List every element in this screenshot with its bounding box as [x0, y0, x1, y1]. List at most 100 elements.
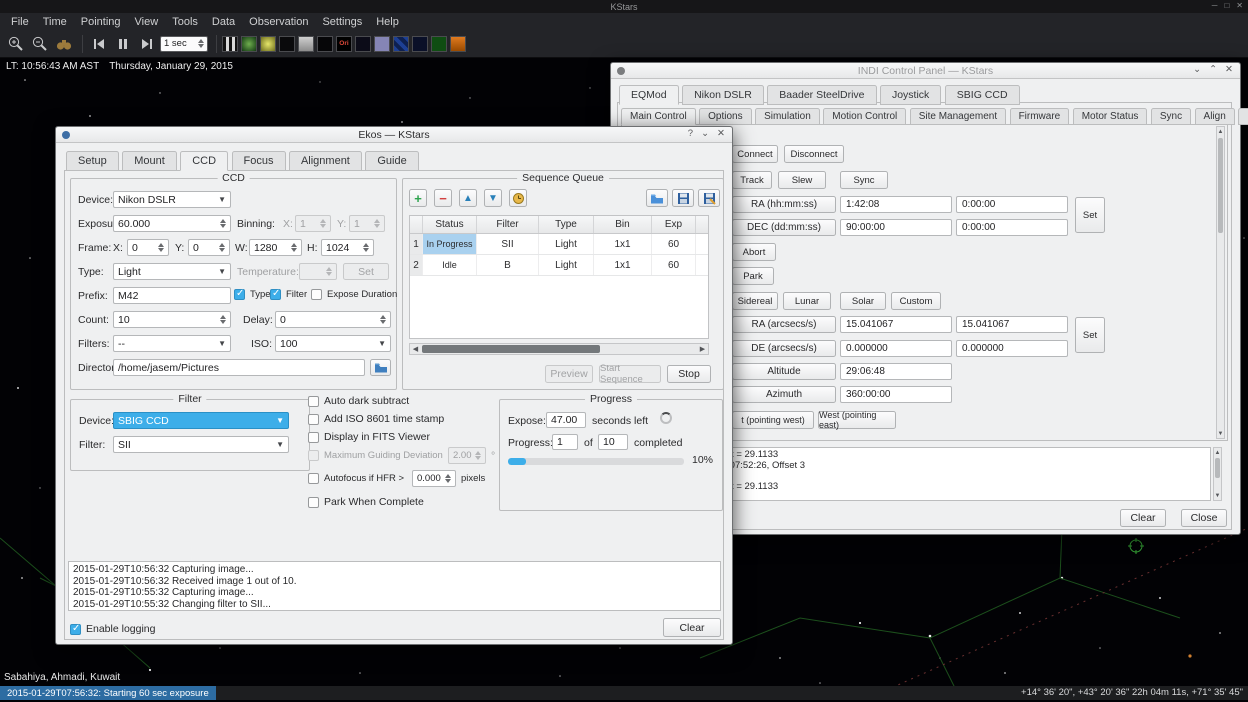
- checkbox-unchecked-icon[interactable]: [308, 432, 319, 443]
- time-step-spinner[interactable]: 1 sec: [160, 36, 208, 52]
- menu-data[interactable]: Data: [205, 15, 242, 29]
- sky-object-thumbnail[interactable]: [298, 36, 314, 52]
- checkbox-checked-icon[interactable]: [270, 289, 281, 300]
- sky-object-thumbnail[interactable]: [412, 36, 428, 52]
- table-row[interactable]: 2 Idle B Light 1x1 60: [410, 255, 708, 276]
- ekos-log[interactable]: 2015-01-29T10:56:32 Capturing image... 2…: [68, 561, 721, 611]
- subtab-horizon[interactable]: Horizon: [1238, 108, 1248, 125]
- ekos-clear-button[interactable]: Clear: [663, 618, 721, 637]
- directory-input[interactable]: /home/jasem/Pictures: [113, 359, 365, 376]
- pause-icon[interactable]: [112, 33, 134, 55]
- checkbox-checked-icon[interactable]: [70, 624, 81, 635]
- ra-rate-target-field[interactable]: 15.041067: [840, 316, 952, 333]
- ra-rate-property-label[interactable]: RA (arcsecs/s): [732, 316, 836, 333]
- menu-settings[interactable]: Settings: [315, 15, 369, 29]
- set-rate-button[interactable]: Set: [1075, 317, 1105, 353]
- remove-job-button[interactable]: −: [434, 189, 452, 207]
- subtab-main-control[interactable]: Main Control: [621, 108, 696, 125]
- scroll-down-icon[interactable]: ▼: [1217, 429, 1224, 438]
- close-icon[interactable]: ✕: [1225, 64, 1233, 75]
- tab-mount[interactable]: Mount: [122, 151, 177, 171]
- maximize-icon[interactable]: □: [1224, 1, 1229, 10]
- tab-nikon-dslr[interactable]: Nikon DSLR: [682, 85, 764, 105]
- filter-device-select[interactable]: SBIG CCD▼: [113, 412, 289, 429]
- scroll-down-icon[interactable]: ▼: [1214, 491, 1221, 500]
- checkbox-unchecked-icon[interactable]: [308, 396, 319, 407]
- menu-view[interactable]: View: [128, 15, 166, 29]
- east-pointing-west-button[interactable]: t (pointing west): [732, 411, 814, 429]
- park-when-complete-checkbox[interactable]: Park When Complete: [308, 496, 424, 508]
- reset-job-button[interactable]: [509, 189, 527, 207]
- tab-eqmod[interactable]: EQMod: [619, 85, 679, 105]
- de-rate-property-label[interactable]: DE (arcsecs/s): [732, 340, 836, 357]
- de-rate-current-field[interactable]: 0.000000: [956, 340, 1068, 357]
- step-backward-icon[interactable]: [88, 33, 110, 55]
- checkbox-unchecked-icon[interactable]: [308, 414, 319, 425]
- de-rate-target-field[interactable]: 0.000000: [840, 340, 952, 357]
- azimuth-field[interactable]: 360:00:00: [840, 386, 952, 403]
- zoom-in-icon[interactable]: [5, 33, 27, 55]
- filters-select[interactable]: --▼: [113, 335, 231, 352]
- scrollbar-thumb[interactable]: [1218, 138, 1223, 233]
- ra-property-label[interactable]: RA (hh:mm:ss): [732, 196, 836, 213]
- column-exp[interactable]: Exp: [652, 216, 696, 233]
- step-forward-icon[interactable]: [136, 33, 158, 55]
- count-spinner[interactable]: 10: [113, 311, 231, 328]
- west-pointing-east-button[interactable]: West (pointing east): [818, 411, 896, 429]
- checkbox-unchecked-icon[interactable]: [308, 497, 319, 508]
- iso-select[interactable]: 100▼: [275, 335, 391, 352]
- column-status[interactable]: Status: [423, 216, 477, 233]
- menu-time[interactable]: Time: [36, 15, 74, 29]
- subtab-site-management[interactable]: Site Management: [910, 108, 1006, 125]
- move-job-down-button[interactable]: ▼: [484, 189, 502, 207]
- altitude-property-label[interactable]: Altitude: [732, 363, 836, 380]
- checkbox-unchecked-icon[interactable]: [311, 289, 322, 300]
- indi-clear-button[interactable]: Clear: [1120, 509, 1166, 527]
- tab-setup[interactable]: Setup: [66, 151, 119, 171]
- help-icon[interactable]: ?: [688, 128, 693, 139]
- tab-alignment[interactable]: Alignment: [289, 151, 362, 171]
- delay-spinner[interactable]: 0: [275, 311, 391, 328]
- slew-button[interactable]: Slew: [778, 171, 826, 189]
- frame-w-spinner[interactable]: 1280: [249, 239, 302, 256]
- indi-log-scrollbar[interactable]: ▲ ▼: [1213, 447, 1222, 501]
- tab-joystick[interactable]: Joystick: [880, 85, 941, 105]
- sky-object-thumbnail[interactable]: [222, 36, 238, 52]
- subtab-motion-control[interactable]: Motion Control: [823, 108, 906, 125]
- minimize-icon[interactable]: ─: [1212, 1, 1218, 10]
- custom-rate-button[interactable]: Custom: [891, 292, 941, 310]
- sky-object-thumbnail[interactable]: [260, 36, 276, 52]
- filter-name-select[interactable]: SII▼: [113, 436, 289, 453]
- prefix-type-checkbox[interactable]: Type: [234, 289, 271, 300]
- lunar-rate-button[interactable]: Lunar: [783, 292, 831, 310]
- sky-object-thumbnail[interactable]: Ori: [336, 36, 352, 52]
- sequence-table[interactable]: Status Filter Type Bin Exp 1 In Progress…: [409, 215, 709, 339]
- tab-baader-steeldrive[interactable]: Baader SteelDrive: [767, 85, 876, 105]
- autofocus-hfr-spinner[interactable]: 0.000: [412, 470, 456, 487]
- scrollbar-thumb[interactable]: [422, 345, 600, 353]
- exposure-spinner[interactable]: 60.000: [113, 215, 231, 232]
- subtab-options[interactable]: Options: [699, 108, 751, 125]
- checkbox-unchecked-icon[interactable]: [308, 473, 319, 484]
- move-job-up-button[interactable]: ▲: [459, 189, 477, 207]
- connect-button[interactable]: Connect: [732, 145, 778, 163]
- prefix-filter-checkbox[interactable]: Filter: [270, 289, 307, 300]
- park-button[interactable]: Park: [732, 267, 774, 285]
- subtab-motor-status[interactable]: Motor Status: [1073, 108, 1148, 125]
- ra-target-field[interactable]: 1:42:08: [840, 196, 952, 213]
- column-filter[interactable]: Filter: [477, 216, 539, 233]
- menu-file[interactable]: File: [4, 15, 36, 29]
- ccd-device-select[interactable]: Nikon DSLR▼: [113, 191, 231, 208]
- dec-property-label[interactable]: DEC (dd:mm:ss): [732, 219, 836, 236]
- autofocus-hfr-checkbox[interactable]: Autofocus if HFR >: [308, 473, 404, 484]
- menu-observation[interactable]: Observation: [242, 15, 315, 29]
- save-sequence-button[interactable]: [672, 189, 694, 207]
- sky-object-thumbnail[interactable]: [374, 36, 390, 52]
- sky-object-thumbnail[interactable]: [431, 36, 447, 52]
- find-object-icon[interactable]: [53, 33, 75, 55]
- menu-tools[interactable]: Tools: [165, 15, 205, 29]
- frame-h-spinner[interactable]: 1024: [321, 239, 374, 256]
- menu-pointing[interactable]: Pointing: [74, 15, 128, 29]
- checkbox-checked-icon[interactable]: [234, 289, 245, 300]
- solar-rate-button[interactable]: Solar: [840, 292, 886, 310]
